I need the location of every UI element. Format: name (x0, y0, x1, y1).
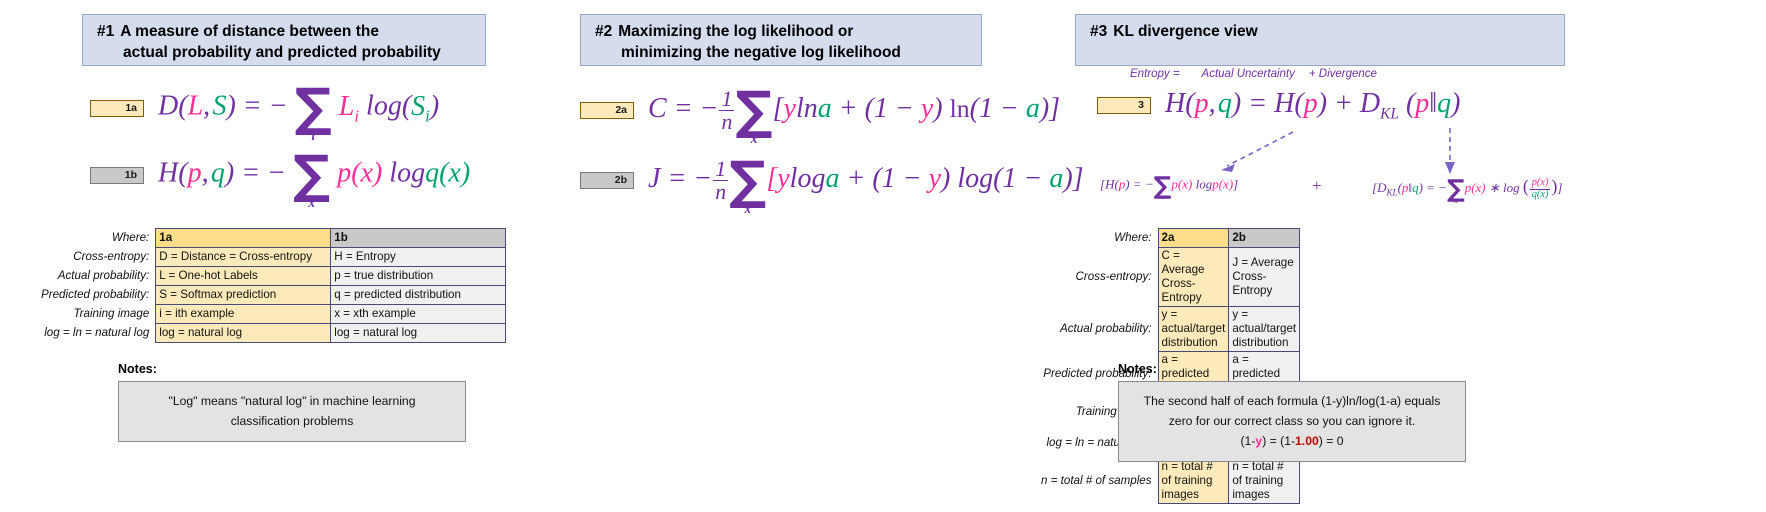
formula-3: H(p, q) = H(p) + DKL (p‖q) (1165, 88, 1461, 123)
table-row: Training image i = ith example x = xth e… (38, 304, 507, 324)
formula-row-3: 3 H(p, q) = H(p) + DKL (p‖q) (1097, 88, 1461, 124)
notes-line: classification problems (230, 414, 354, 428)
cross-entropy-cheatsheet: #1 A measure of distance between the actu… (0, 0, 1766, 512)
cell-a: S = Softmax prediction (155, 285, 332, 305)
formula-row-2b: 2b J = −1 n ∑ x [yloga + (1 − y) log(1 − a)] (580, 150, 1084, 216)
column-2-banner: #2 Maximizing the log likelihood or minim… (580, 14, 982, 66)
row-label: log = ln = natural log (44, 326, 150, 339)
caption-uncertainty: Actual Uncertainty (1201, 68, 1295, 80)
formula-row-1a: 1a D(L, S) = − ∑ i Li log(Si) (90, 78, 440, 144)
cell-b: 1b (330, 228, 507, 248)
cell-a: D = Distance = Cross-entropy (155, 247, 332, 267)
plus-sign: + (1312, 176, 1322, 195)
cell-a: i = ith example (155, 304, 332, 324)
column-1-number: #1 (97, 23, 115, 40)
table-row: Where: 1a 1b (38, 228, 507, 248)
row-label: Actual probability: (57, 269, 150, 282)
formula-row-2a: 2a C = −1 n ∑ x [ylna + (1 − y) ln(1 − a)] (580, 80, 1061, 146)
table-row: Predicted probability: S = Softmax predi… (38, 285, 507, 305)
column-2-title-line1: Maximizing the log likelihood or (618, 23, 854, 40)
where-table-1: Where: 1a 1b Cross-entropy: D = Distance… (38, 228, 507, 343)
column-2-title-line2: minimizing the negative log likelihood (621, 44, 901, 61)
entropy-subformula: [H(p) = − ∑ x p(x) logp(x)] (1100, 171, 1239, 202)
formula-tag-2b[interactable]: 2b (580, 172, 634, 190)
formula-2b: J = −1 n ∑ x [yloga + (1 − y) log(1 − a)] (648, 150, 1084, 216)
table-row: log = ln = natural log log = natural log… (38, 323, 507, 343)
caption-divergence: + Divergence (1308, 68, 1377, 80)
cell-b: q = predicted distribution (330, 285, 507, 305)
column-3: #3 KL divergence view Entropy = Actual Un… (1075, 0, 1635, 512)
formula-1a: D(L, S) = − ∑ i Li log(Si) (158, 78, 440, 144)
column-3-number: #3 (1090, 23, 1108, 40)
table-row: Cross-entropy: D = Distance = Cross-entr… (38, 247, 507, 267)
table-row: Actual probability: L = One-hot Labels p… (38, 266, 507, 286)
formula-row-1b: 1b H(p, q) = − ∑ x p(x) logq(x) (90, 145, 471, 211)
column-3-banner: #3 KL divergence view (1075, 14, 1565, 66)
notes-title: Notes: (118, 362, 157, 376)
notes-line: "Log" means "natural log" in machine lea… (168, 394, 416, 408)
cell-a: 1a (155, 228, 332, 248)
formula-tag-1a[interactable]: 1a (90, 99, 144, 117)
formula-tag-1b[interactable]: 1b (90, 166, 144, 184)
caption-entropy: Entropy = (1130, 68, 1180, 80)
row-label: Where: (111, 231, 150, 244)
cell-b: H = Entropy (330, 247, 507, 267)
row-label: Cross-entropy: (73, 250, 150, 263)
column-2-number: #2 (595, 23, 613, 40)
column-1-title-line1: A measure of distance between the (120, 23, 379, 40)
row-label: Training image (73, 307, 150, 320)
column-2: #2 Maximizing the log likelihood or minim… (508, 0, 1466, 512)
formula-tag-3[interactable]: 3 (1097, 97, 1151, 115)
column-1: #1 A measure of distance between the actu… (8, 0, 568, 512)
column-3-title-line1: KL divergence view (1113, 23, 1258, 40)
formula-2a: C = −1 n ∑ x [ylna + (1 − y) ln(1 − a)] (648, 80, 1061, 146)
row-label: Predicted probability: (41, 288, 150, 301)
cell-b: x = xth example (330, 304, 507, 324)
kl-subformula: [DKL(p‖q) = − ∑ x p(x) ∗ log (p(x) q(x))] (1372, 174, 1563, 205)
cell-b: log = natural log (330, 323, 507, 343)
column-1-banner: #1 A measure of distance between the actu… (82, 14, 486, 66)
notes-box: "Log" means "natural log" in machine lea… (118, 381, 466, 442)
cell-a: L = One-hot Labels (155, 266, 332, 286)
column-1-title-line2: actual probability and predicted probabi… (123, 44, 441, 61)
formula-1b: H(p, q) = − ∑ x p(x) logq(x) (158, 145, 471, 211)
cell-a: log = natural log (155, 323, 332, 343)
entropy-caption: Entropy = Actual Uncertainty + Divergenc… (1130, 68, 1377, 80)
formula-tag-2a[interactable]: 2a (580, 102, 634, 120)
cell-b: p = true distribution (330, 266, 507, 286)
notes-1: Notes: "Log" means "natural log" in mach… (118, 362, 466, 442)
